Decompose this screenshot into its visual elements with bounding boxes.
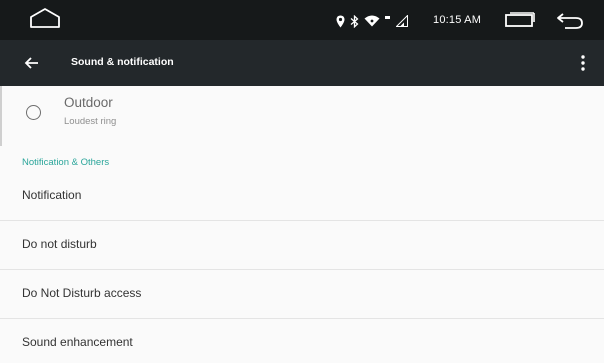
home-icon[interactable] bbox=[28, 6, 62, 32]
network-type-icon bbox=[385, 15, 391, 27]
list-item-label: Notification bbox=[22, 188, 82, 202]
list-item-do-not-disturb[interactable]: Do not disturb bbox=[0, 221, 604, 270]
signal-icon bbox=[396, 15, 408, 27]
screen: 10:15 AM Sound & notification Outdoor Lo… bbox=[0, 0, 604, 363]
list-item-notification[interactable]: Notification bbox=[0, 172, 604, 221]
list-item-label: Do not disturb bbox=[22, 237, 97, 251]
ringer-option-title: Outdoor bbox=[64, 95, 113, 110]
ringer-option-outdoor[interactable]: Outdoor Loudest ring bbox=[0, 86, 604, 142]
ringer-option-subtitle: Loudest ring bbox=[64, 116, 117, 127]
page-title: Sound & notification bbox=[71, 56, 174, 68]
settings-list: Outdoor Loudest ring Notification & Othe… bbox=[0, 86, 604, 363]
radio-button[interactable] bbox=[26, 105, 41, 120]
list-item-dnd-access[interactable]: Do Not Disturb access bbox=[0, 270, 604, 319]
location-icon bbox=[336, 15, 345, 28]
list-item-label: Do Not Disturb access bbox=[22, 286, 142, 300]
clock-time: 10:15 AM bbox=[433, 14, 482, 26]
bluetooth-icon bbox=[350, 14, 359, 28]
arrow-left-icon[interactable] bbox=[24, 55, 40, 71]
app-bar: Sound & notification bbox=[0, 40, 604, 86]
back-icon[interactable] bbox=[556, 11, 584, 29]
section-header: Notification & Others bbox=[22, 157, 110, 168]
status-icons bbox=[336, 13, 408, 29]
more-vert-icon[interactable] bbox=[578, 54, 588, 72]
status-bar: 10:15 AM bbox=[0, 0, 604, 40]
list-item-sound-enhancement[interactable]: Sound enhancement bbox=[0, 319, 604, 363]
wifi-icon bbox=[364, 15, 380, 27]
list-item-label: Sound enhancement bbox=[22, 335, 133, 349]
recents-icon[interactable] bbox=[504, 12, 536, 28]
